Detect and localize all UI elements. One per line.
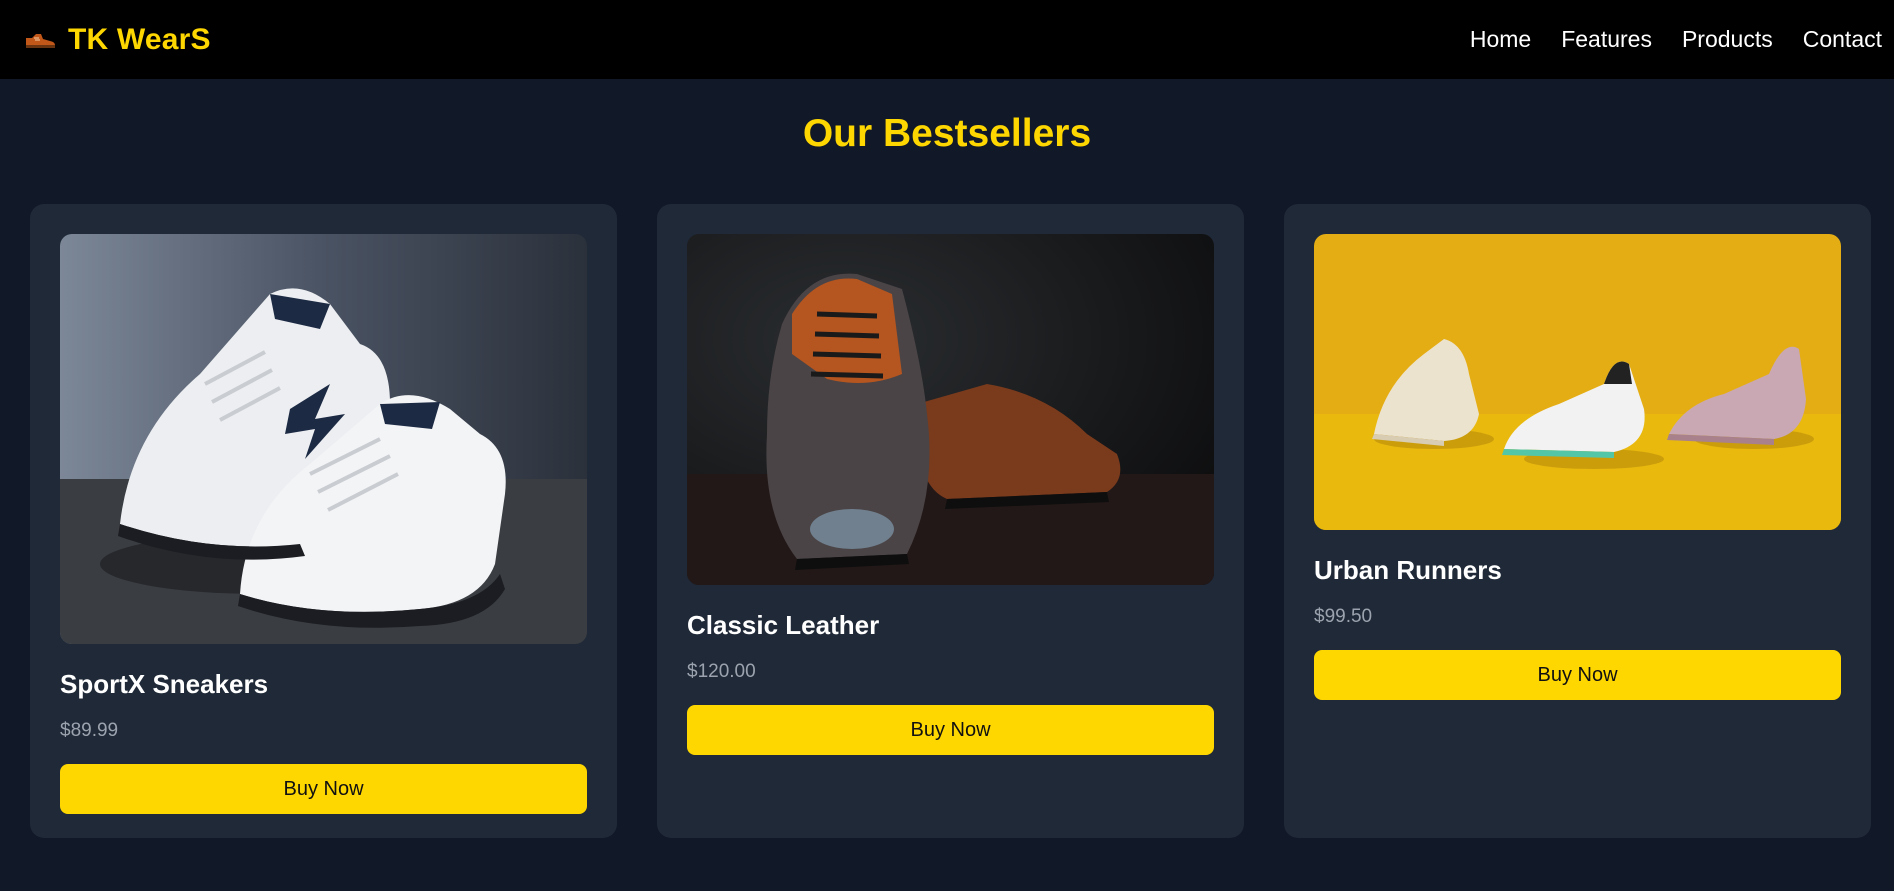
nav-link-home[interactable]: Home xyxy=(1470,26,1531,52)
product-image-sneakers xyxy=(60,234,587,644)
buy-now-button[interactable]: Buy Now xyxy=(60,764,587,814)
product-name: SportX Sneakers xyxy=(60,669,269,699)
brand-name: TK WearS xyxy=(68,22,211,56)
product-price: $120.00 xyxy=(687,661,756,682)
nav-link-features[interactable]: Features xyxy=(1561,26,1652,52)
buy-now-button[interactable]: Buy Now xyxy=(687,705,1214,755)
product-image-leather xyxy=(687,234,1214,585)
brand[interactable]: TK WearS xyxy=(24,23,211,57)
buy-now-button[interactable]: Buy Now xyxy=(1314,650,1841,700)
product-price: $99.50 xyxy=(1314,606,1373,627)
bestsellers-section: Our Bestsellers SportX Sneakers $89.99 B… xyxy=(0,114,1894,838)
product-card: Classic Leather $120.00 Buy Now xyxy=(657,204,1244,838)
product-price: $89.99 xyxy=(60,720,119,741)
shoe-icon xyxy=(24,30,56,50)
product-name: Urban Runners xyxy=(1314,555,1502,585)
nav-link-contact[interactable]: Contact xyxy=(1803,26,1882,52)
navbar: TK WearS Home Features Products Contact xyxy=(0,0,1894,79)
nav-links: Home Features Products Contact xyxy=(1470,26,1882,53)
product-card: Urban Runners $99.50 Buy Now xyxy=(1284,204,1871,838)
product-image-runners xyxy=(1314,234,1841,530)
product-card: SportX Sneakers $89.99 Buy Now xyxy=(30,204,617,838)
product-name: Classic Leather xyxy=(687,610,880,640)
product-grid: SportX Sneakers $89.99 Buy Now Classic L… xyxy=(0,204,1894,838)
nav-link-products[interactable]: Products xyxy=(1682,26,1773,52)
section-title: Our Bestsellers xyxy=(802,112,1092,155)
